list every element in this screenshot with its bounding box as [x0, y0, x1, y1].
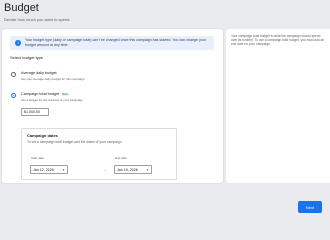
- start-date-label: Start date: [31, 156, 45, 160]
- info-banner-text: Your budget type (daily or campaign tota…: [25, 38, 206, 47]
- side-help-panel: Your campaign total budget is what the c…: [226, 29, 330, 183]
- end-date-picker[interactable]: Jan 19, 2026 ▼: [114, 165, 152, 174]
- beta-badge: Beta: [61, 93, 69, 97]
- chevron-down-icon: ▼: [62, 168, 65, 173]
- next-button[interactable]: Next: [298, 201, 322, 213]
- chevron-down-icon: ▼: [146, 168, 149, 173]
- average-daily-budget-title[interactable]: Average daily budget: [21, 71, 57, 75]
- average-daily-budget-radio[interactable]: [11, 72, 16, 77]
- campaign-dates-title: Campaign dates: [27, 133, 58, 138]
- average-daily-budget-description: Set your average daily budget for this c…: [21, 77, 85, 81]
- date-range-separator: –: [104, 167, 107, 172]
- budget-card: i Your budget type (daily or campaign to…: [2, 29, 223, 183]
- budget-amount-input[interactable]: $1,000.00: [21, 108, 49, 116]
- campaign-dates-description: To set a campaign total budget add the d…: [27, 140, 122, 144]
- campaign-total-budget-description: Set a budget for the duration of your ca…: [21, 98, 83, 102]
- campaign-dates-box: Campaign dates To set a campaign total b…: [21, 128, 177, 180]
- end-date-value: Jan 19, 2026: [117, 168, 138, 172]
- page-title: Budget: [4, 2, 39, 14]
- side-help-text: Your campaign total budget is what the c…: [231, 34, 325, 47]
- start-date-picker[interactable]: Jan 12, 2026 ▼: [30, 165, 68, 174]
- campaign-total-budget-label: Campaign total budget: [21, 92, 60, 96]
- start-date-value: Jan 12, 2026: [33, 168, 54, 172]
- campaign-total-budget-title[interactable]: Campaign total budget Beta: [21, 92, 69, 97]
- budget-type-label: Select budget type: [10, 55, 44, 60]
- page-subtitle: Decide how much you want to spend.: [4, 17, 71, 22]
- campaign-total-budget-radio[interactable]: [11, 93, 16, 98]
- info-icon: i: [15, 40, 21, 46]
- info-banner: i Your budget type (daily or campaign to…: [10, 36, 214, 50]
- end-date-label: End date: [115, 156, 128, 160]
